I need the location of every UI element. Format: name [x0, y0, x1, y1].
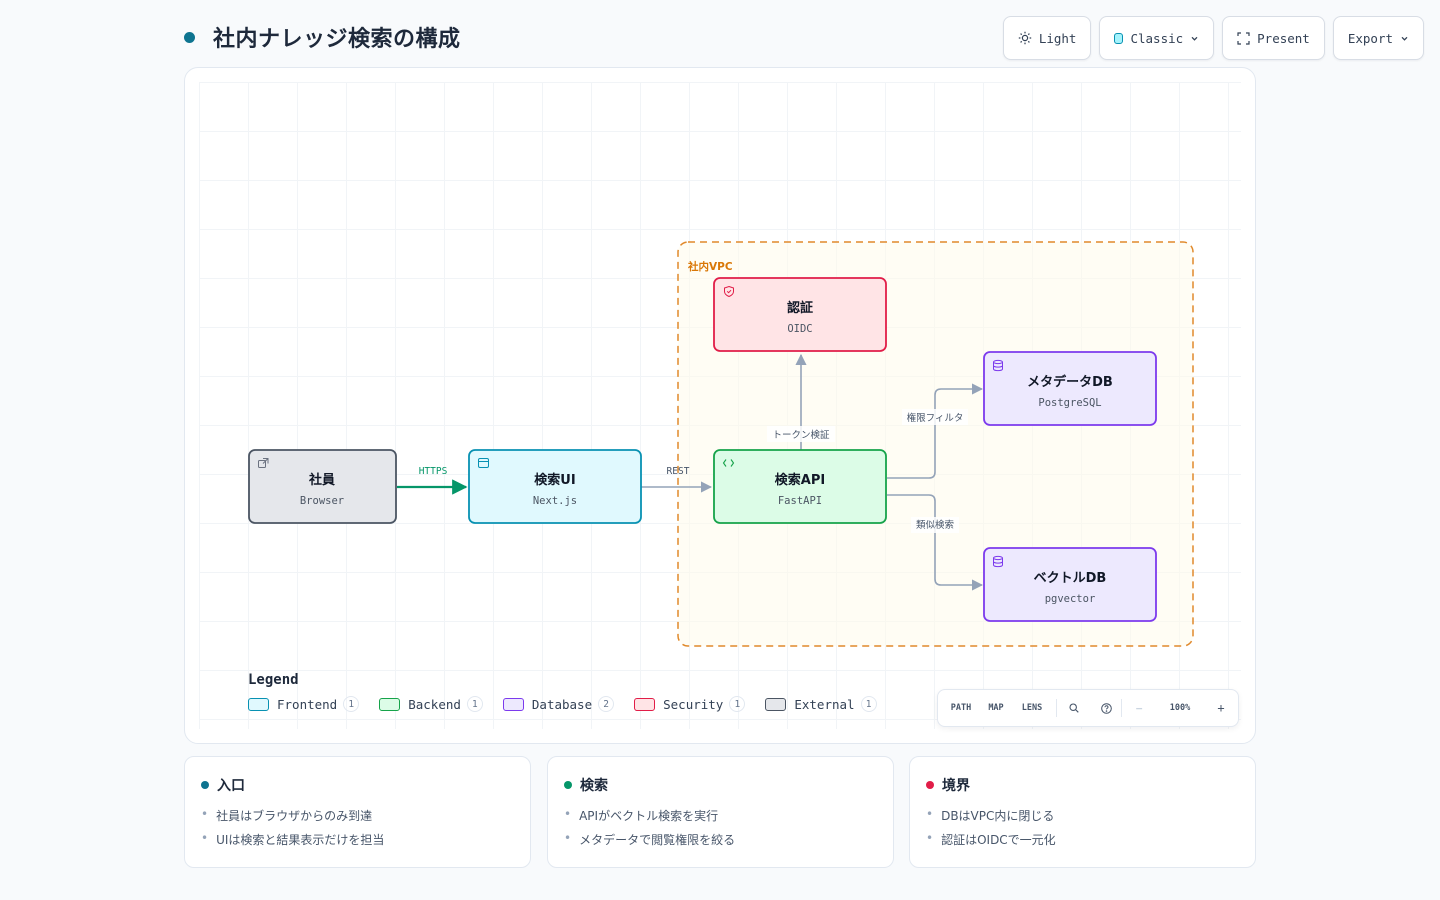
- zoom-out-button[interactable]: −: [1122, 690, 1156, 726]
- node-auth[interactable]: 認証 OIDC: [713, 277, 887, 352]
- node-subtitle: pgvector: [1045, 593, 1096, 605]
- node-subtitle: PostgreSQL: [1038, 397, 1101, 409]
- architecture-diagram: 社内VPC HTTPS REST トークン検証 権限フィルタ 類似検索 社員 B…: [248, 241, 1194, 647]
- list-item: • UIは検索と結果表示だけを担当: [201, 831, 385, 847]
- edge-label-similar: 類似検索: [916, 519, 954, 531]
- legend-item-backend[interactable]: Backend 1: [379, 696, 483, 712]
- node-employee[interactable]: 社員 Browser: [248, 449, 397, 524]
- node-title: 検索UI: [534, 472, 575, 488]
- legend-count: 1: [343, 696, 360, 712]
- note-title: 検索: [580, 778, 608, 794]
- note-text: DBはVPC内に閉じる: [941, 809, 1055, 823]
- zoom-in-button[interactable]: +: [1204, 690, 1238, 726]
- zoom-level: 100%: [1169, 703, 1191, 713]
- list-item: • 社員はブラウザからのみ到達: [201, 807, 373, 823]
- node-meta-db[interactable]: メタデータDB PostgreSQL: [983, 351, 1157, 426]
- note-text: メタデータで閲覧権限を絞る: [579, 833, 736, 847]
- help-icon: [1100, 702, 1112, 714]
- note-text: UIは検索と結果表示だけを担当: [216, 833, 385, 847]
- edge-label-token: トークン検証: [772, 429, 830, 441]
- legend-item-external[interactable]: External 1: [765, 696, 877, 712]
- legend-label: Frontend: [277, 696, 338, 712]
- vpc-group-label: 社内VPC: [687, 260, 733, 273]
- note-dot: [201, 781, 209, 789]
- note-title: 入口: [217, 778, 245, 794]
- node-title: ベクトルDB: [1034, 571, 1107, 586]
- note-text: APIがベクトル検索を実行: [579, 809, 719, 823]
- legend-swatch: [765, 697, 787, 711]
- node-subtitle: OIDC: [787, 323, 812, 335]
- search-button[interactable]: [1057, 690, 1091, 726]
- page-title: 社内ナレッジ検索の構成: [213, 27, 461, 52]
- lens-mode-button[interactable]: LENS: [1008, 690, 1056, 726]
- legend-title: Legend: [248, 672, 299, 688]
- node-subtitle: FastAPI: [778, 495, 822, 507]
- legend-count: 1: [860, 696, 877, 712]
- note-text: 認証はOIDCで一元化: [941, 833, 1056, 847]
- legend-item-security[interactable]: Security 1: [634, 696, 746, 712]
- node-search-api[interactable]: 検索API FastAPI: [713, 449, 887, 524]
- map-mode-button[interactable]: MAP: [984, 690, 1008, 726]
- legend-count: 1: [729, 696, 746, 712]
- legend-swatch: [248, 697, 269, 711]
- export-dropdown[interactable]: Export: [1332, 16, 1424, 60]
- fullscreen-icon: [1237, 31, 1250, 45]
- list-item: • APIがベクトル検索を実行: [564, 807, 719, 823]
- node-subtitle: Next.js: [533, 495, 577, 507]
- legend-swatch: [634, 697, 656, 711]
- legend-item-frontend[interactable]: Frontend 1: [248, 696, 360, 712]
- search-icon: [1069, 703, 1079, 713]
- view-controls: PATH MAP LENS − 100% +: [937, 689, 1239, 727]
- sun-icon: [1018, 31, 1032, 45]
- export-label: Export: [1347, 30, 1393, 46]
- help-button[interactable]: [1091, 690, 1121, 726]
- path-mode-button[interactable]: PATH: [938, 690, 984, 726]
- present-label: Present: [1257, 30, 1310, 46]
- style-swatch-icon: [1114, 32, 1124, 44]
- note-card-search: 検索 • APIがベクトル検索を実行 • メタデータで閲覧権限を絞る: [547, 756, 894, 868]
- legend: Legend Frontend 1 Backend 1 Database 2 S…: [248, 672, 877, 712]
- note-card-entry: 入口 • 社員はブラウザからのみ到達 • UIは検索と結果表示だけを担当: [184, 756, 531, 868]
- diagram-canvas[interactable]: 社内VPC HTTPS REST トークン検証 権限フィルタ 類似検索 社員 B…: [184, 67, 1256, 744]
- legend-count: 2: [598, 696, 615, 712]
- node-subtitle: Browser: [300, 495, 344, 507]
- node-title: 検索API: [775, 472, 825, 488]
- node-vector-db[interactable]: ベクトルDB pgvector: [983, 547, 1157, 622]
- legend-label: External: [794, 696, 855, 712]
- list-item: • DBはVPC内に閉じる: [926, 807, 1055, 823]
- chevron-down-icon: [1401, 36, 1408, 41]
- style-label: Classic: [1130, 30, 1184, 46]
- edge-label-perm: 権限フィルタ: [907, 412, 964, 424]
- edge-label-https: HTTPS: [419, 466, 448, 477]
- legend-count: 1: [466, 696, 483, 712]
- title-dot: [184, 31, 195, 43]
- note-title: 境界: [942, 778, 970, 794]
- legend-label: Database: [531, 696, 593, 712]
- page-header: 社内ナレッジ検索の構成: [184, 20, 461, 54]
- note-dot: [564, 781, 572, 789]
- list-item: • メタデータで閲覧権限を絞る: [564, 831, 736, 847]
- note-card-boundary: 境界 • DBはVPC内に閉じる • 認証はOIDCで一元化: [909, 756, 1256, 868]
- legend-item-database[interactable]: Database 2: [502, 696, 615, 712]
- legend-label: Backend: [408, 696, 461, 712]
- legend-swatch: [502, 697, 524, 711]
- chevron-down-icon: [1191, 36, 1198, 41]
- theme-button[interactable]: Light: [1002, 16, 1092, 60]
- present-button[interactable]: Present: [1222, 16, 1325, 60]
- legend-swatch: [379, 697, 401, 711]
- list-item: • 認証はOIDCで一元化: [926, 831, 1056, 847]
- style-dropdown[interactable]: Classic: [1099, 16, 1215, 60]
- note-text: 社員はブラウザからのみ到達: [216, 809, 373, 823]
- node-title: 認証: [787, 300, 813, 316]
- note-dot: [926, 781, 934, 789]
- legend-label: Security: [663, 696, 724, 712]
- node-search-ui[interactable]: 検索UI Next.js: [468, 449, 642, 524]
- toolbar: Light Classic Present Export: [1002, 16, 1424, 60]
- node-title: 社員: [308, 472, 335, 488]
- node-title: メタデータDB: [1027, 374, 1113, 390]
- theme-label: Light: [1038, 30, 1077, 46]
- edge-label-rest: REST: [667, 466, 690, 477]
